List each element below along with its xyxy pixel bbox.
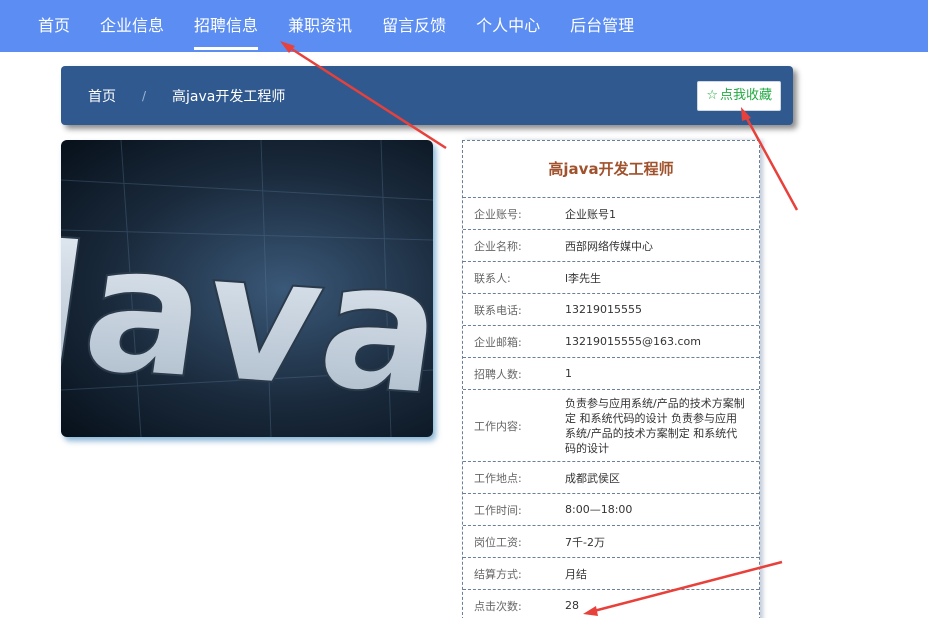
detail-value: 企业账号1 xyxy=(565,207,616,221)
star-outline-icon: ☆ xyxy=(706,88,718,103)
detail-value: 成都武侯区 xyxy=(565,471,620,485)
detail-row: 企业邮箱: 13219015555@163.com xyxy=(463,325,759,357)
detail-row: 联系人: l李先生 xyxy=(463,261,759,293)
detail-label: 企业账号: xyxy=(474,207,522,221)
nav-item-recruitment[interactable]: 招聘信息 xyxy=(179,0,273,52)
detail-row: 联系电话: 13219015555 xyxy=(463,293,759,325)
detail-value: 13219015555 xyxy=(565,303,642,316)
detail-value: 1 xyxy=(565,367,572,380)
nav-item-admin[interactable]: 后台管理 xyxy=(555,0,649,52)
detail-value: 13219015555@163.com xyxy=(565,335,701,348)
detail-label: 工作内容: xyxy=(474,419,522,433)
detail-label: 企业名称: xyxy=(474,239,522,253)
breadcrumb-current: 高java开发工程师 xyxy=(172,88,286,105)
detail-row: 企业名称: 西部网络传媒中心 xyxy=(463,229,759,261)
detail-value: 负责参与应用系统/产品的技术方案制定 和系统代码的设计 负责参与应用系统/产品的… xyxy=(565,396,745,455)
top-nav: 首页 企业信息 招聘信息 兼职资讯 留言反馈 个人中心 后台管理 xyxy=(0,0,928,52)
job-image: Java xyxy=(61,140,433,437)
detail-value: 西部网络传媒中心 xyxy=(565,239,653,253)
detail-label: 工作时间: xyxy=(474,503,522,517)
detail-row: 工作内容: 负责参与应用系统/产品的技术方案制定 和系统代码的设计 负责参与应用… xyxy=(463,389,759,461)
detail-row: 结算方式: 月结 xyxy=(463,557,759,589)
nav-item-part-time[interactable]: 兼职资讯 xyxy=(273,0,367,52)
detail-value: 28 xyxy=(565,599,579,612)
detail-row: 岗位工资: 7千-2万 xyxy=(463,525,759,557)
page: 首页 企业信息 招聘信息 兼职资讯 留言反馈 个人中心 后台管理 首页 / 高j… xyxy=(0,0,928,618)
svg-text:Java: Java xyxy=(61,200,433,435)
detail-value: 7千-2万 xyxy=(565,535,605,549)
breadcrumb-home-link[interactable]: 首页 xyxy=(88,86,116,106)
java-logo-image: Java xyxy=(61,140,433,437)
detail-label: 工作地点: xyxy=(474,471,522,485)
detail-label: 企业邮箱: xyxy=(474,335,522,349)
detail-label: 招聘人数: xyxy=(474,367,522,381)
detail-value: l李先生 xyxy=(565,271,602,285)
detail-row: 工作时间: 8:00—18:00 xyxy=(463,493,759,525)
detail-value: 8:00—18:00 xyxy=(565,503,633,516)
breadcrumb-separator: / xyxy=(142,88,147,103)
detail-value: 月结 xyxy=(565,567,587,581)
detail-label: 联系电话: xyxy=(474,303,522,317)
detail-label: 岗位工资: xyxy=(474,535,522,549)
nav-item-feedback[interactable]: 留言反馈 xyxy=(367,0,461,52)
favorite-button[interactable]: ☆ 点我收藏 xyxy=(697,81,781,111)
nav-item-company-info[interactable]: 企业信息 xyxy=(85,0,179,52)
detail-row: 招聘人数: 1 xyxy=(463,357,759,389)
job-detail-panel: 高java开发工程师 企业账号: 企业账号1 企业名称: 西部网络传媒中心 联系… xyxy=(462,140,760,618)
detail-row: 点击次数: 28 xyxy=(463,589,759,618)
detail-label: 点击次数: xyxy=(474,599,522,613)
detail-label: 联系人: xyxy=(474,271,511,285)
detail-row: 工作地点: 成都武侯区 xyxy=(463,461,759,493)
job-title: 高java开发工程师 xyxy=(548,160,674,178)
nav-item-home[interactable]: 首页 xyxy=(0,0,85,52)
favorite-button-label: 点我收藏 xyxy=(719,88,772,103)
detail-label: 结算方式: xyxy=(474,567,522,581)
breadcrumb: 首页 / 高java开发工程师 ☆ 点我收藏 xyxy=(61,66,793,125)
detail-row: 企业账号: 企业账号1 xyxy=(463,197,759,229)
nav-item-personal-center[interactable]: 个人中心 xyxy=(461,0,555,52)
